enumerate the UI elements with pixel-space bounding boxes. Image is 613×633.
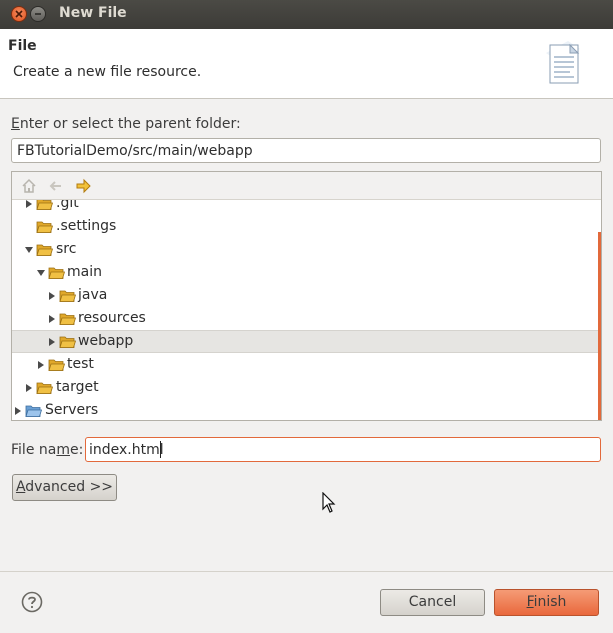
tree-item-webapp[interactable]: webapp — [12, 330, 598, 353]
wizard-description: Create a new file resource. — [13, 64, 202, 80]
finish-button[interactable]: Finish — [494, 589, 599, 616]
tree-item-src[interactable]: src — [12, 239, 598, 262]
tree-scrollbar[interactable] — [598, 232, 601, 420]
collapsed-arrow-icon[interactable] — [47, 314, 57, 324]
folder-icon — [59, 290, 76, 302]
wizard-banner: File Create a new file resource. — [0, 29, 613, 99]
cancel-button[interactable]: Cancel — [380, 589, 485, 616]
collapsed-arrow-icon[interactable] — [36, 360, 46, 370]
footer-separator — [0, 571, 613, 572]
folder-tree: .git .settings src main java resources webapp t… — [12, 200, 601, 420]
folder-icon — [59, 313, 76, 325]
folder-icon — [48, 359, 65, 371]
tree-item-target[interactable]: target — [12, 377, 598, 400]
tree-item-label: .git — [56, 200, 79, 211]
forward-icon[interactable] — [74, 177, 92, 195]
parent-folder-input[interactable] — [11, 138, 601, 163]
close-icon — [15, 10, 23, 18]
folder-icon — [59, 336, 76, 348]
tree-item-resources[interactable]: resources — [12, 308, 598, 331]
expanded-arrow-icon[interactable] — [24, 245, 34, 255]
tree-item-label: test — [67, 356, 94, 372]
minimize-icon — [35, 13, 41, 15]
tree-item-label: java — [78, 287, 108, 303]
close-window-button[interactable] — [11, 6, 27, 22]
tree-item-label: target — [56, 379, 99, 395]
help-icon[interactable] — [21, 591, 43, 613]
folder-icon — [36, 382, 53, 394]
collapsed-arrow-icon[interactable] — [24, 383, 34, 393]
tree-item-settings[interactable]: .settings — [12, 216, 598, 239]
text-caret — [160, 441, 161, 458]
tree-item-label: main — [67, 264, 102, 280]
new-file-wizard-icon — [546, 41, 580, 84]
window-title: New File — [59, 5, 127, 21]
folder-icon — [48, 267, 65, 279]
advanced-button[interactable]: Advanced >> — [12, 474, 117, 501]
tree-item-label: src — [56, 241, 77, 257]
collapsed-arrow-icon[interactable] — [47, 291, 57, 301]
tree-item-label: resources — [78, 310, 146, 326]
collapsed-arrow-icon[interactable] — [13, 406, 23, 416]
tree-item-git[interactable]: .git — [12, 200, 598, 216]
tree-item-label: Servers — [45, 402, 99, 418]
tree-item-java[interactable]: java — [12, 285, 598, 308]
tree-item-test[interactable]: test — [12, 354, 598, 377]
mouse-pointer-icon — [322, 492, 336, 513]
folder-icon — [36, 200, 53, 210]
file-name-label: File name: — [11, 442, 84, 458]
back-icon[interactable] — [47, 177, 65, 195]
tree-toolbar — [12, 172, 601, 200]
tree-item-label: webapp — [78, 333, 134, 349]
folder-icon — [36, 244, 53, 256]
file-name-input[interactable] — [85, 437, 601, 462]
home-icon[interactable] — [20, 177, 38, 195]
tree-item-main[interactable]: main — [12, 262, 598, 285]
tree-item-label: .settings — [56, 218, 117, 234]
tree-item-servers[interactable]: Servers — [12, 400, 598, 420]
expanded-arrow-icon[interactable] — [36, 268, 46, 278]
wizard-title: File — [8, 38, 37, 54]
folder-icon — [36, 221, 53, 233]
collapsed-arrow-icon[interactable] — [24, 200, 34, 209]
project-folder-icon — [25, 405, 42, 417]
folder-tree-panel: .git .settings src main java resources webapp t… — [11, 171, 602, 421]
parent-folder-label: Enter or select the parent folder: — [11, 116, 241, 132]
minimize-window-button[interactable] — [30, 6, 46, 22]
title-bar: New File — [0, 0, 613, 29]
collapsed-arrow-icon[interactable] — [47, 337, 57, 347]
